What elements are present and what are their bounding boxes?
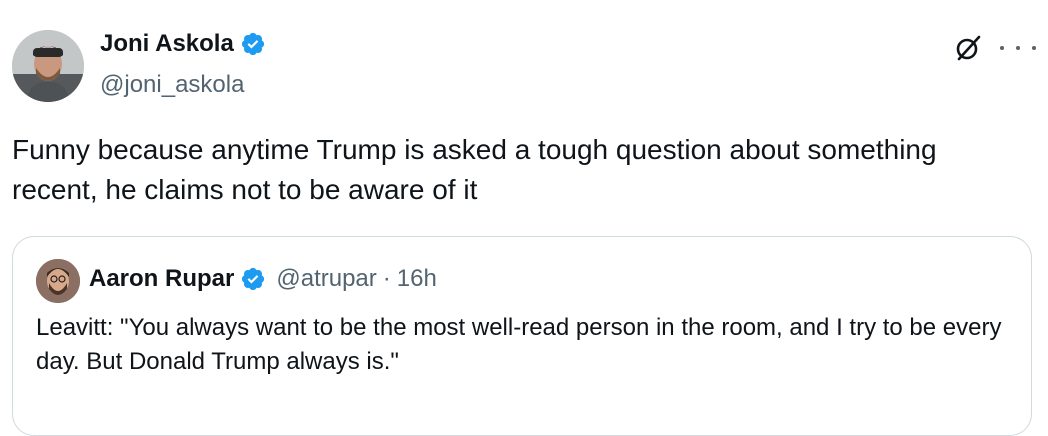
separator-dot: · xyxy=(382,265,391,292)
author-display-name[interactable]: Joni Askola xyxy=(100,28,234,60)
quoted-author-handle[interactable]: @atrupar xyxy=(276,263,376,295)
more-options-button[interactable] xyxy=(1000,34,1036,62)
quoted-tweet-text: Leavitt: "You always want to be the most… xyxy=(36,314,1002,375)
quoted-author-avatar[interactable] xyxy=(36,259,80,303)
tweet-text: Funny because anytime Trump is asked a t… xyxy=(12,134,937,205)
verified-badge-icon[interactable] xyxy=(240,266,266,292)
verified-badge-icon[interactable] xyxy=(240,31,266,57)
more-icon-dot xyxy=(1032,46,1036,50)
author-handle[interactable]: @joni_askola xyxy=(100,70,244,100)
grok-icon xyxy=(956,35,981,61)
more-icon-dot xyxy=(1000,46,1004,50)
author-name-row: Joni Askola xyxy=(100,28,266,60)
quoted-tweet-timestamp[interactable]: 16h xyxy=(397,263,437,295)
quoted-tweet-card[interactable]: Aaron Rupar @atrupar · 16h Leavitt: "You… xyxy=(12,236,1032,436)
more-icon-dot xyxy=(1016,46,1020,50)
quoted-author-photo xyxy=(36,259,80,303)
author-avatar[interactable] xyxy=(12,30,84,102)
quoted-author-display-name[interactable]: Aaron Rupar xyxy=(89,263,234,295)
grok-button[interactable] xyxy=(952,32,984,64)
author-photo xyxy=(12,30,84,102)
quoted-tweet-header: Aaron Rupar @atrupar · 16h xyxy=(89,263,437,295)
